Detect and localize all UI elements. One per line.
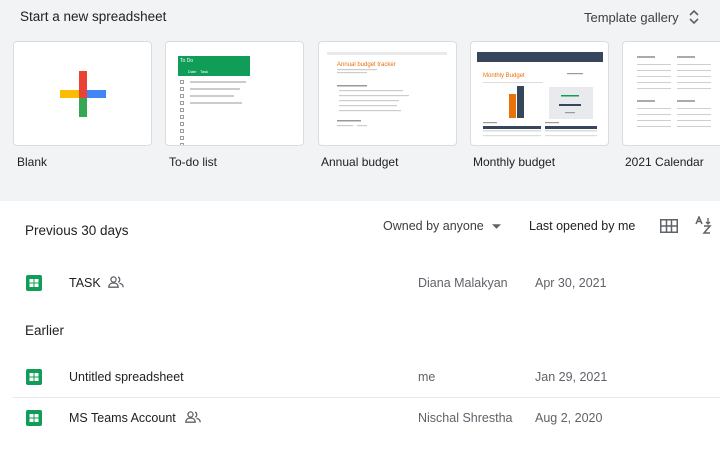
template-label-annual-budget: Annual budget <box>321 155 399 169</box>
template-label-blank: Blank <box>17 155 48 169</box>
sheets-file-icon <box>26 369 42 385</box>
shared-people-icon <box>108 276 124 288</box>
todo-preview-title: To Do <box>180 58 194 64</box>
template-tile-todo[interactable]: To Do Date Task <box>165 41 304 146</box>
file-owner: Diana Malakyan <box>418 276 508 290</box>
annual-budget-preview: Annual budget tracker <box>327 52 447 127</box>
template-label-todo: To-do list <box>169 155 218 169</box>
template-gallery-label: Template gallery <box>584 9 679 25</box>
file-name: MS Teams Account <box>69 411 176 425</box>
annual-preview-title: Annual budget tracker <box>337 62 396 68</box>
owner-filter-dropdown[interactable]: Owned by anyone <box>383 219 501 233</box>
file-name: TASK <box>69 276 101 290</box>
grid-view-icon[interactable] <box>660 219 678 233</box>
sheets-file-icon <box>26 275 42 291</box>
template-strip: Start a new spreadsheet Template gallery… <box>0 0 720 201</box>
calendar-preview <box>637 56 711 127</box>
template-label-monthly-budget: Monthly budget <box>473 155 556 169</box>
owner-filter-label: Owned by anyone <box>383 219 484 233</box>
unfold-icon <box>689 9 699 25</box>
file-date: Jan 29, 2021 <box>535 370 608 384</box>
template-tile-calendar[interactable] <box>622 41 720 146</box>
template-tile-blank[interactable] <box>13 41 152 146</box>
sheets-file-icon <box>26 410 42 426</box>
file-name: Untitled spreadsheet <box>69 370 184 384</box>
plus-icon <box>60 71 106 117</box>
file-owner: me <box>418 370 436 384</box>
section-heading-recent: Previous 30 days <box>25 223 129 238</box>
todo-preview-col-date: Date <box>188 69 197 74</box>
dropdown-arrow-icon <box>491 223 501 229</box>
file-row-untitled[interactable]: Untitled spreadsheet me Jan 29, 2021 <box>0 357 720 397</box>
file-date: Aug 2, 2020 <box>535 411 603 425</box>
template-tile-annual-budget[interactable]: Annual budget tracker <box>318 41 457 146</box>
template-strip-heading: Start a new spreadsheet <box>20 9 167 24</box>
template-label-calendar: 2021 Calendar <box>625 155 704 169</box>
sort-by-button[interactable]: Last opened by me <box>529 219 635 233</box>
monthly-budget-preview: Monthly Budget <box>477 52 603 137</box>
file-owner: Nischal Shrestha <box>418 411 513 425</box>
template-gallery-button[interactable]: Template gallery <box>584 8 699 26</box>
todo-preview: To Do Date Task <box>178 56 250 145</box>
shared-people-icon <box>185 411 201 423</box>
file-row-ms-teams[interactable]: MS Teams Account Nischal Shrestha Aug 2,… <box>0 398 720 438</box>
file-date: Apr 30, 2021 <box>535 276 607 290</box>
sort-az-icon[interactable] <box>695 216 713 234</box>
section-heading-earlier: Earlier <box>25 323 65 338</box>
todo-preview-col-task: Task <box>200 69 209 74</box>
template-tile-monthly-budget[interactable]: Monthly Budget <box>470 41 609 146</box>
file-row-task[interactable]: TASK Diana Malakyan Apr 30, 2021 <box>0 263 720 303</box>
monthly-preview-title: Monthly Budget <box>483 73 525 79</box>
